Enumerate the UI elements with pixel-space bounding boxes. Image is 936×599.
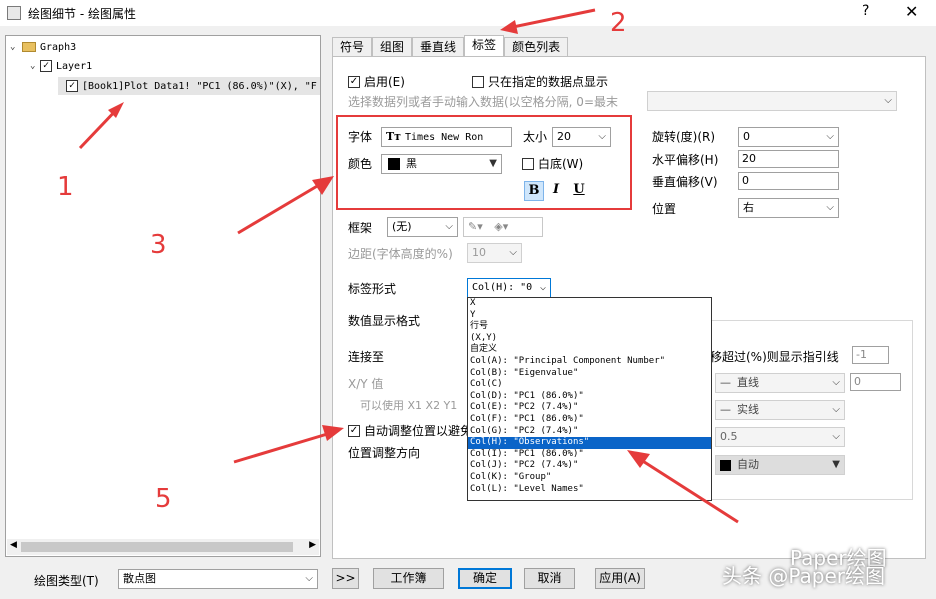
arrow-head-2 (500, 20, 518, 34)
annotation-3: 3 (150, 230, 167, 260)
arrow-head-4 (627, 450, 650, 468)
arrow-3 (237, 180, 325, 235)
annotation-arrows (78, 8, 739, 524)
watermark-bottom: 头条 @Paper绘图 (722, 564, 885, 588)
annotation-5: 5 (155, 484, 172, 514)
arrow-head-5 (322, 425, 344, 441)
arrow-5 (233, 430, 335, 464)
arrow-2 (507, 8, 596, 30)
annotation-1: 1 (57, 172, 74, 202)
arrow-4 (637, 456, 739, 524)
annotation-2: 2 (610, 8, 627, 38)
